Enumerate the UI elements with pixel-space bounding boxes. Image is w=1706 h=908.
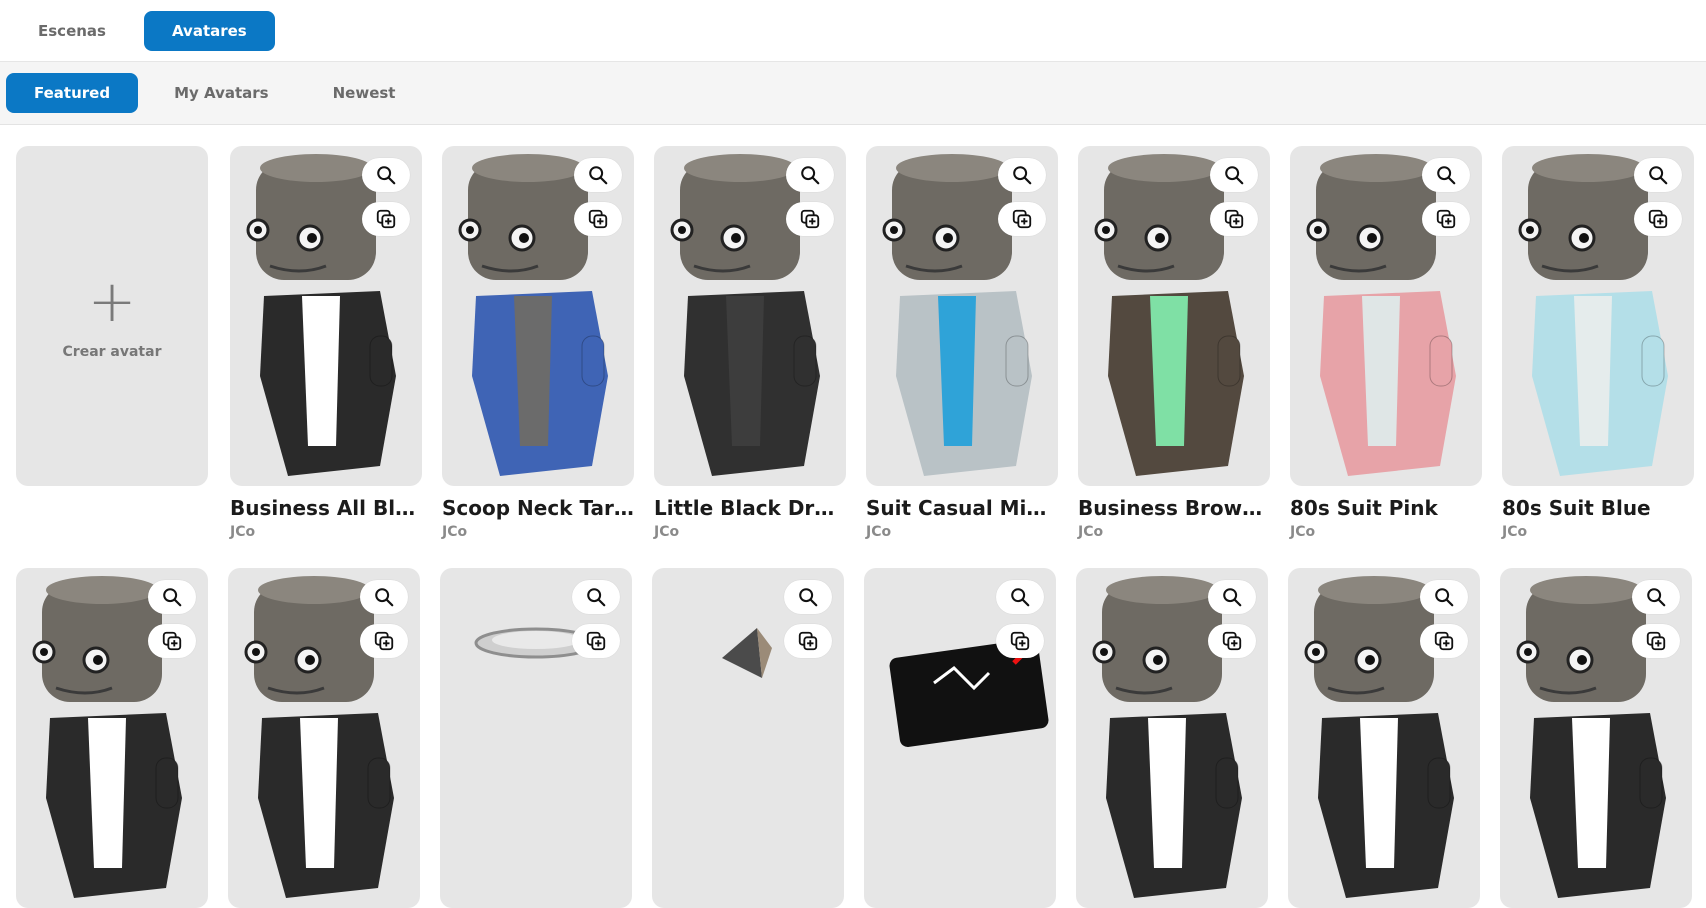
- avatar-title: 80s Suit Blue: [1502, 496, 1651, 520]
- avatar-author: JCo: [1078, 524, 1104, 540]
- duplicate-plus-icon[interactable]: [1420, 624, 1468, 658]
- scene-avatar-tabs: Escenas Avatares: [0, 0, 1706, 62]
- create-avatar-label: Crear avatar: [62, 344, 162, 360]
- duplicate-plus-icon[interactable]: [784, 624, 832, 658]
- magnifier-icon[interactable]: [148, 580, 196, 614]
- magnifier-icon[interactable]: [1632, 580, 1680, 614]
- avatar-grid: + Crear avatar Business All Black JCo Sc…: [0, 125, 1706, 908]
- avatar-thumbnail[interactable]: [1500, 568, 1692, 908]
- magnifier-icon[interactable]: [996, 580, 1044, 614]
- avatar-card[interactable]: [652, 568, 844, 908]
- avatar-thumbnail[interactable]: [652, 568, 844, 908]
- avatar-title: Business Brown/...: [1078, 496, 1270, 520]
- plus-icon: +: [87, 267, 137, 335]
- magnifier-icon[interactable]: [1210, 158, 1258, 192]
- avatar-card[interactable]: [228, 568, 420, 908]
- create-avatar-card[interactable]: + Crear avatar: [16, 146, 208, 486]
- tab-escenas[interactable]: Escenas: [10, 11, 134, 51]
- avatar-author: JCo: [1290, 524, 1316, 540]
- avatar-author: JCo: [1502, 524, 1528, 540]
- magnifier-icon[interactable]: [784, 580, 832, 614]
- avatar-card[interactable]: Suit Casual Miami JCo: [866, 146, 1058, 540]
- avatar-thumbnail[interactable]: [16, 568, 208, 908]
- avatar-title: Scoop Neck Tart...: [442, 496, 634, 520]
- magnifier-icon[interactable]: [362, 158, 410, 192]
- avatar-card[interactable]: 80s Suit Blue JCo: [1502, 146, 1694, 540]
- tab-my-avatars[interactable]: My Avatars: [146, 73, 297, 113]
- avatar-thumbnail[interactable]: [1502, 146, 1694, 486]
- avatar-author: JCo: [654, 524, 680, 540]
- duplicate-plus-icon[interactable]: [574, 202, 622, 236]
- magnifier-icon[interactable]: [1634, 158, 1682, 192]
- avatar-card[interactable]: Business All Black JCo: [230, 146, 422, 540]
- avatar-card[interactable]: Business Brown/... JCo: [1078, 146, 1270, 540]
- avatar-card[interactable]: Scoop Neck Tart... JCo: [442, 146, 634, 540]
- magnifier-icon[interactable]: [786, 158, 834, 192]
- magnifier-icon[interactable]: [1208, 580, 1256, 614]
- avatar-title: Business All Black: [230, 496, 422, 520]
- create-avatar-tile[interactable]: + Crear avatar: [16, 146, 208, 486]
- duplicate-plus-icon[interactable]: [1210, 202, 1258, 236]
- tab-newest[interactable]: Newest: [305, 73, 424, 113]
- avatar-thumbnail[interactable]: [864, 568, 1056, 908]
- duplicate-plus-icon[interactable]: [572, 624, 620, 658]
- duplicate-plus-icon[interactable]: [1208, 624, 1256, 658]
- avatar-card[interactable]: [16, 568, 208, 908]
- duplicate-plus-icon[interactable]: [1422, 202, 1470, 236]
- avatar-thumbnail[interactable]: [228, 568, 420, 908]
- avatar-card[interactable]: [864, 568, 1056, 908]
- duplicate-plus-icon[interactable]: [148, 624, 196, 658]
- duplicate-plus-icon[interactable]: [786, 202, 834, 236]
- avatar-author: JCo: [230, 524, 256, 540]
- avatar-card[interactable]: Little Black Dress JCo: [654, 146, 846, 540]
- avatar-thumbnail[interactable]: [1288, 568, 1480, 908]
- magnifier-icon[interactable]: [572, 580, 620, 614]
- magnifier-icon[interactable]: [1420, 580, 1468, 614]
- avatar-thumbnail[interactable]: [1290, 146, 1482, 486]
- avatar-card[interactable]: [440, 568, 632, 908]
- duplicate-plus-icon[interactable]: [996, 624, 1044, 658]
- duplicate-plus-icon[interactable]: [998, 202, 1046, 236]
- duplicate-plus-icon[interactable]: [362, 202, 410, 236]
- avatar-title: 80s Suit Pink: [1290, 496, 1438, 520]
- avatar-thumbnail[interactable]: [654, 146, 846, 486]
- avatar-card[interactable]: [1500, 568, 1692, 908]
- avatar-card[interactable]: [1076, 568, 1268, 908]
- duplicate-plus-icon[interactable]: [1634, 202, 1682, 236]
- avatar-thumbnail[interactable]: [230, 146, 422, 486]
- tab-avatares[interactable]: Avatares: [143, 10, 275, 51]
- avatar-thumbnail[interactable]: [866, 146, 1058, 486]
- tab-featured[interactable]: Featured: [6, 73, 139, 113]
- avatar-title: Little Black Dress: [654, 496, 846, 520]
- avatar-author: JCo: [866, 524, 892, 540]
- avatar-thumbnail[interactable]: [440, 568, 632, 908]
- avatar-filter-tabs: Featured My Avatars Newest: [0, 62, 1706, 125]
- avatar-thumbnail[interactable]: [1078, 146, 1270, 486]
- magnifier-icon[interactable]: [360, 580, 408, 614]
- avatar-thumbnail[interactable]: [442, 146, 634, 486]
- avatar-card[interactable]: 80s Suit Pink JCo: [1290, 146, 1482, 540]
- avatar-author: JCo: [442, 524, 468, 540]
- magnifier-icon[interactable]: [1422, 158, 1470, 192]
- magnifier-icon[interactable]: [574, 158, 622, 192]
- avatar-thumbnail[interactable]: [1076, 568, 1268, 908]
- magnifier-icon[interactable]: [998, 158, 1046, 192]
- avatar-title: Suit Casual Miami: [866, 496, 1058, 520]
- duplicate-plus-icon[interactable]: [1632, 624, 1680, 658]
- avatar-card[interactable]: [1288, 568, 1480, 908]
- duplicate-plus-icon[interactable]: [360, 624, 408, 658]
